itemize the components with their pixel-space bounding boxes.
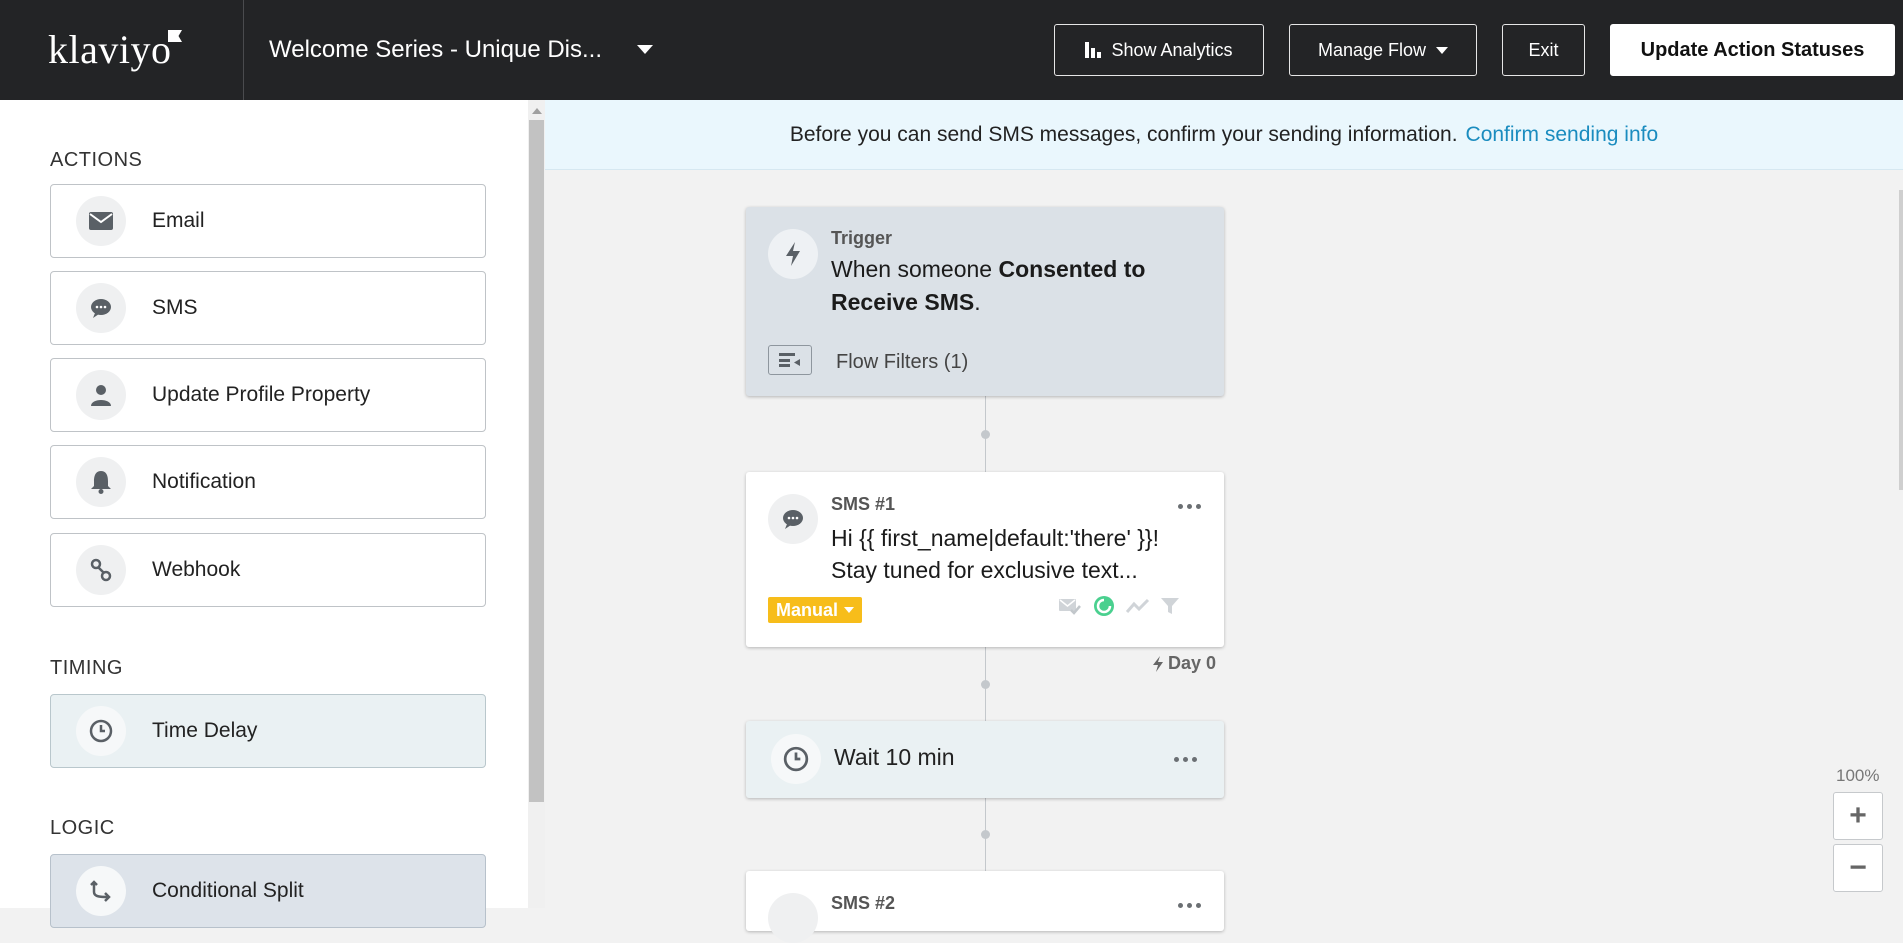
canvas-scrollbar[interactable] [1899,190,1903,490]
logo-flag-icon [168,30,182,42]
sms-1-line2: Stay tuned for exclusive text... [831,557,1138,583]
chat-bubble-icon [76,283,126,333]
actions-section-title: ACTIONS [50,149,143,171]
sms-confirm-banner: Before you can send SMS messages, confir… [545,100,1903,170]
flow-dropdown-caret-icon[interactable] [637,45,653,54]
flow-filters-link[interactable]: Flow Filters (1) [836,351,968,374]
update-action-statuses-button[interactable]: Update Action Statuses [1610,24,1895,76]
person-icon [76,370,126,420]
zoom-out-button[interactable]: − [1833,844,1883,892]
sidebar-item-label: Webhook [152,558,241,581]
split-arrow-icon [76,866,126,916]
sidebar-item-update-profile-property[interactable]: Update Profile Property [50,358,486,432]
clock-icon [771,734,821,784]
status-label: Manual [776,599,839,620]
sms-2-kicker: SMS #2 [831,893,896,913]
show-analytics-button[interactable]: Show Analytics [1054,24,1264,76]
scroll-up-arrow-icon[interactable] [532,108,542,114]
clock-icon [76,706,126,756]
trigger-kicker: Trigger [831,228,893,248]
show-analytics-label: Show Analytics [1111,39,1233,60]
klaviyo-logo[interactable]: klaviyo [48,26,171,73]
confirm-sending-info-link[interactable]: Confirm sending info [1466,123,1659,147]
chevron-down-icon [1436,46,1449,54]
manage-flow-button[interactable]: Manage Flow [1289,24,1477,76]
chat-bubble-icon [768,494,818,544]
lightning-icon [768,229,818,279]
sidebar-item-notification[interactable]: Notification [50,445,486,519]
add-step-dot[interactable] [981,680,990,689]
exit-button[interactable]: Exit [1502,24,1585,76]
timing-section-title: TIMING [50,657,123,679]
sidebar-item-sms[interactable]: SMS [50,271,486,345]
bell-icon [76,457,126,507]
update-action-statuses-label: Update Action Statuses [1640,38,1865,61]
zoom-level: 100% [1836,766,1880,785]
sms-1-line1: Hi {{ first_name|default:'there' }}! [831,525,1160,551]
trigger-text-suffix: . [974,289,981,315]
lightning-icon [1153,655,1163,672]
sidebar-item-webhook[interactable]: Webhook [50,533,486,607]
webhook-icon [76,545,126,595]
sidebar-item-label: Update Profile Property [152,383,371,406]
envelope-icon [76,196,126,246]
sidebar-item-label: SMS [152,296,198,319]
status-badge[interactable]: Manual [768,597,863,623]
smart-sending-icon [1059,599,1081,615]
chat-bubble-icon [768,893,818,943]
sms-2-node[interactable]: SMS #2 [746,871,1224,943]
flow-filters-icon[interactable] [768,345,812,375]
logic-section-title: LOGIC [50,817,115,839]
sms-1-kicker: SMS #1 [831,494,896,514]
wait-label: Wait 10 min [834,744,955,770]
trend-icon [1126,598,1150,613]
sidebar-item-label: Time Delay [152,719,258,742]
sms-1-node[interactable]: SMS #1 Hi {{ first_name|default:'there' … [746,472,1224,647]
add-step-dot[interactable] [981,830,990,839]
sidebar-item-time-delay[interactable]: Time Delay [50,694,486,768]
zoom-in-button[interactable]: + [1833,792,1883,840]
time-delay-node[interactable]: Wait 10 min [746,721,1224,798]
top-bar: klaviyo Welcome Series - Unique Dis... S… [0,0,1903,100]
sidebar-item-label: Conditional Split [152,879,304,902]
add-step-dot[interactable] [981,430,990,439]
sidebar-scroll-thumb[interactable] [529,120,544,802]
more-options-icon[interactable] [1178,903,1201,908]
trigger-node[interactable]: Trigger When someone Consented to Receiv… [746,207,1224,396]
filter-funnel-icon [1161,598,1179,614]
sidebar: ACTIONS Email SMS Update Profile Propert… [0,100,528,928]
more-options-icon[interactable] [1178,504,1201,509]
sms-status-icons [1058,594,1180,618]
trigger-description: When someone Consented to Receive SMS. [831,253,1171,319]
divider [243,0,244,100]
manage-flow-label: Manage Flow [1317,39,1427,60]
sidebar-item-label: Notification [152,470,256,493]
sidebar-item-label: Email [152,209,205,232]
day-label: Day 0 [1152,653,1216,674]
bar-chart-icon [1085,42,1102,58]
flow-name[interactable]: Welcome Series - Unique Dis... [269,36,602,64]
trigger-text-prefix: When someone [831,256,999,282]
exit-label: Exit [1528,39,1559,60]
sidebar-item-email[interactable]: Email [50,184,486,258]
day-text: Day 0 [1168,653,1217,673]
quiet-hours-icon [1094,596,1114,616]
banner-text: Before you can send SMS messages, confir… [789,122,1458,146]
sidebar-item-conditional-split[interactable]: Conditional Split [50,854,486,928]
chevron-down-icon [844,607,855,613]
more-options-icon[interactable] [1174,757,1197,762]
